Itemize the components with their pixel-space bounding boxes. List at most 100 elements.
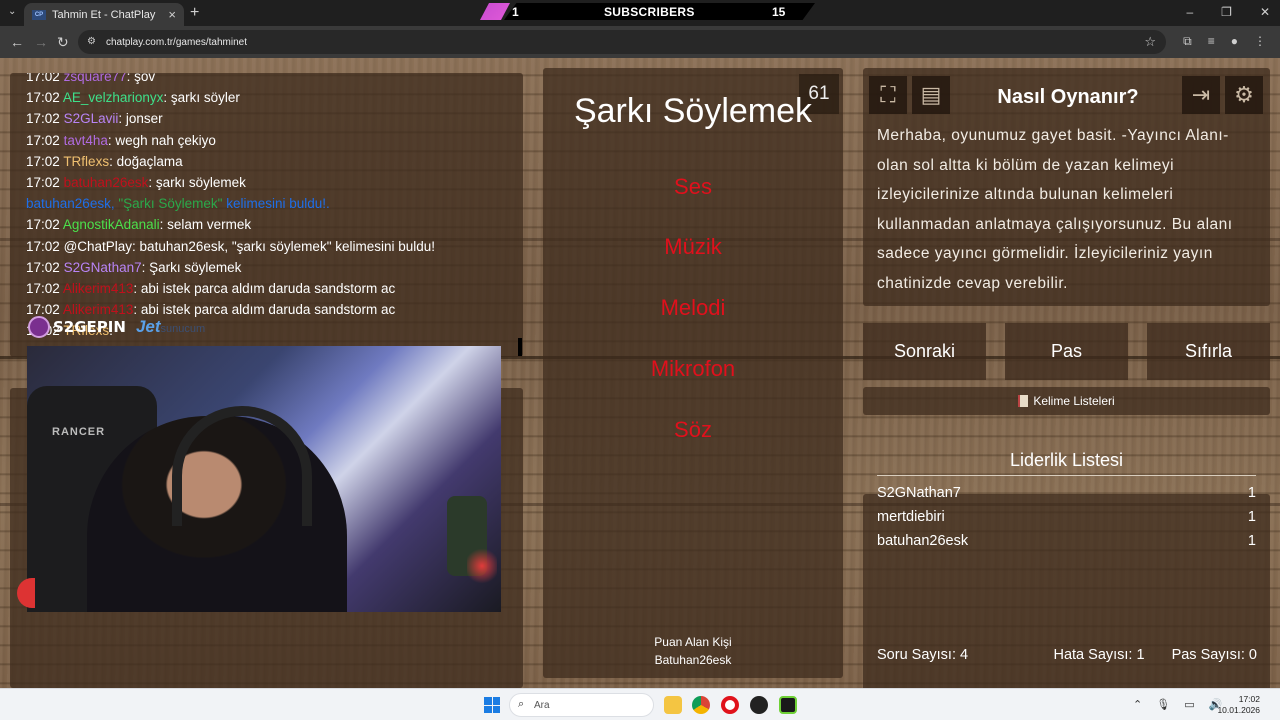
tab-close-icon[interactable]: ×	[168, 7, 176, 22]
chat-message: batuhan26esk, "Şarkı Söylemek" kelimesin…	[26, 193, 516, 214]
forbidden-word: Mikrofon	[650, 356, 736, 381]
fullscreen-icon[interactable]: ⛶	[869, 76, 907, 114]
chat-text: : şov	[126, 73, 156, 84]
howto-title: Nasıl Oynanır?	[997, 86, 1139, 108]
chat-scrollbar[interactable]	[518, 338, 522, 356]
webcam-video: RANCER	[27, 346, 501, 612]
forward-icon[interactable]: →	[34, 34, 48, 50]
chat-username[interactable]: S2GLavii	[64, 111, 119, 126]
chat-username[interactable]: batuhan26esk,	[26, 196, 118, 211]
forbidden-word: Melodi	[660, 295, 726, 320]
profile-avatar-icon[interactable]: ●	[1231, 34, 1238, 49]
chat-message-list: 17:02 zsquare77: şov 17:02 AE_velzhariony…	[26, 73, 516, 342]
toolbar-icons: ⧉ ≡ ● ⋮	[1183, 34, 1266, 49]
site-info-icon[interactable]: ⚙	[87, 36, 96, 47]
chat-username[interactable]: TRflexs	[63, 154, 109, 169]
subscribers-left-count: 1	[512, 5, 519, 19]
taskbar-search-placeholder: Ara	[534, 699, 550, 711]
tab-list-chevron-icon[interactable]: ⌄	[8, 6, 16, 17]
target-word: Şarkı Söylemek	[573, 92, 813, 130]
new-tab-icon[interactable]: +	[190, 4, 199, 22]
game-stats: Soru Sayısı: 4 Hata Sayısı: 1 Pas Sayısı…	[877, 647, 1257, 663]
chat-timestamp: 17:02	[26, 281, 60, 297]
chat-timestamp: 17:02	[26, 175, 60, 191]
network-icon[interactable]: ▭	[1184, 698, 1194, 711]
leaderboard-row: mertdiebiri 1	[877, 509, 1256, 525]
chat-username[interactable]: batuhan26esk	[64, 175, 149, 190]
chatplay-favicon-icon: CP	[32, 9, 46, 20]
opera-icon[interactable]	[721, 696, 739, 714]
reload-icon[interactable]: ↻	[57, 34, 69, 51]
windows-start-icon[interactable]	[484, 697, 500, 713]
leaderboard-panel	[863, 494, 1270, 720]
pass-count: Pas Sayısı: 0	[1171, 647, 1257, 663]
chat-message: 17:02 S2GNathan7: Şarkı söylemek	[26, 257, 516, 278]
leaderboard-score: 1	[1247, 533, 1256, 549]
chat-text: : wegh nah çekiyo	[107, 132, 216, 148]
forbidden-word: Ses	[674, 174, 712, 199]
leaderboard-row: S2GNathan7 1	[877, 485, 1256, 501]
chat-message: 17:02 batuhan26esk: şarkı söylemek	[26, 172, 516, 193]
taskbar-search[interactable]: ⌕ Ara	[509, 693, 654, 717]
media-icon[interactable]: ≡	[1208, 34, 1215, 49]
chat-username[interactable]: S2GNathan7	[64, 260, 142, 275]
chat-timestamp: 17:02	[26, 217, 60, 233]
bookmark-star-icon[interactable]: ☆	[1144, 34, 1156, 50]
chat-timestamp: 17:02	[26, 153, 60, 169]
obs-icon[interactable]	[750, 696, 768, 714]
chat-text: : Şarkı söylemek	[141, 259, 242, 275]
taskbar-clock[interactable]: 17:02 10.01.2026	[1210, 694, 1260, 716]
chat-username[interactable]: zsquare77	[64, 73, 127, 84]
chat-text: : doğaçlama	[109, 153, 183, 169]
red-light	[467, 546, 497, 586]
restore-icon[interactable]: ❐	[1221, 5, 1232, 19]
windows-taskbar: ⌕ Ara ⌃ 🎙 ▭ 🔊 17:02 10.01.2026	[0, 688, 1280, 720]
next-button[interactable]: Sonraki	[863, 323, 986, 380]
media-app-icon[interactable]	[779, 696, 797, 714]
extensions-icon[interactable]: ⧉	[1183, 34, 1192, 49]
chat-username[interactable]: AgnostikAdanali	[63, 217, 160, 232]
minimize-icon[interactable]: –	[1186, 5, 1193, 19]
chat-text: : jonser	[118, 111, 163, 127]
leaderboard-name: mertdiebiri	[877, 509, 945, 525]
chat-text: : batuhan26esk, "şarkı söylemek" kelimes…	[132, 238, 436, 254]
chat-username[interactable]: tavt4ha	[64, 133, 108, 148]
scorer-name: Batuhan26esk	[654, 653, 732, 667]
leaderboard-name: batuhan26esk	[877, 533, 969, 549]
chat-message: 17:02 @ChatPlay: batuhan26esk, "şarkı sö…	[26, 236, 516, 257]
word-lists-button[interactable]: Kelime Listeleri	[863, 387, 1270, 415]
tray-chevron-icon[interactable]: ⌃	[1133, 698, 1142, 711]
file-explorer-icon[interactable]	[664, 696, 682, 714]
subscribers-stripe	[480, 3, 510, 20]
subscribers-label: SUBSCRIBERS	[604, 5, 695, 19]
settings-gear-icon[interactable]: ⚙	[1225, 76, 1263, 114]
chat-username[interactable]: Alikerim413	[63, 281, 134, 296]
leaderboard-title: Liderlik Listesi	[877, 450, 1256, 476]
book-icon	[1018, 395, 1029, 407]
chat-text: "Şarkı Söylemek" kelimesini buldu!.	[118, 196, 330, 212]
chat-username[interactable]: AE_velzharionyx	[63, 90, 164, 105]
browser-tab[interactable]: CP Tahmin Et - ChatPlay ×	[24, 3, 184, 26]
pass-button[interactable]: Pas	[1005, 323, 1128, 380]
notes-icon[interactable]: ▤	[912, 76, 950, 114]
mic-icon[interactable]: 🎙	[1156, 698, 1170, 711]
chrome-icon[interactable]	[692, 696, 710, 714]
chat-text: : şarkı söylemek	[148, 175, 246, 191]
chat-text: : şarkı söyler	[163, 90, 240, 106]
back-icon[interactable]: ←	[10, 34, 24, 50]
chat-timestamp: 17:02	[26, 259, 60, 275]
chat-username[interactable]: @ChatPlay	[64, 239, 132, 254]
close-window-icon[interactable]: ✕	[1260, 5, 1270, 19]
chat-message: 17:02 tavt4ha: wegh nah çekiyo	[26, 130, 516, 151]
tab-title: Tahmin Et - ChatPlay	[52, 8, 156, 21]
subscribers-bar: 1 SUBSCRIBERS 15	[480, 3, 815, 20]
url-field[interactable]: ⚙ chatplay.com.tr/games/tahminet ☆	[78, 30, 1166, 54]
reset-button[interactable]: Sıfırla	[1147, 323, 1270, 380]
error-count: Hata Sayısı: 1	[1053, 647, 1145, 663]
chat-message: 17:02 AgnostikAdanali: selam vermek	[26, 214, 516, 235]
chat-message: 17:02 AE_velzharionyx: şarkı söyler	[26, 87, 516, 108]
menu-icon[interactable]: ⋮	[1254, 34, 1266, 49]
chat-timestamp: 17:02	[26, 132, 60, 148]
url-text: chatplay.com.tr/games/tahminet	[106, 36, 247, 48]
exit-icon[interactable]: ⇥	[1182, 76, 1220, 114]
